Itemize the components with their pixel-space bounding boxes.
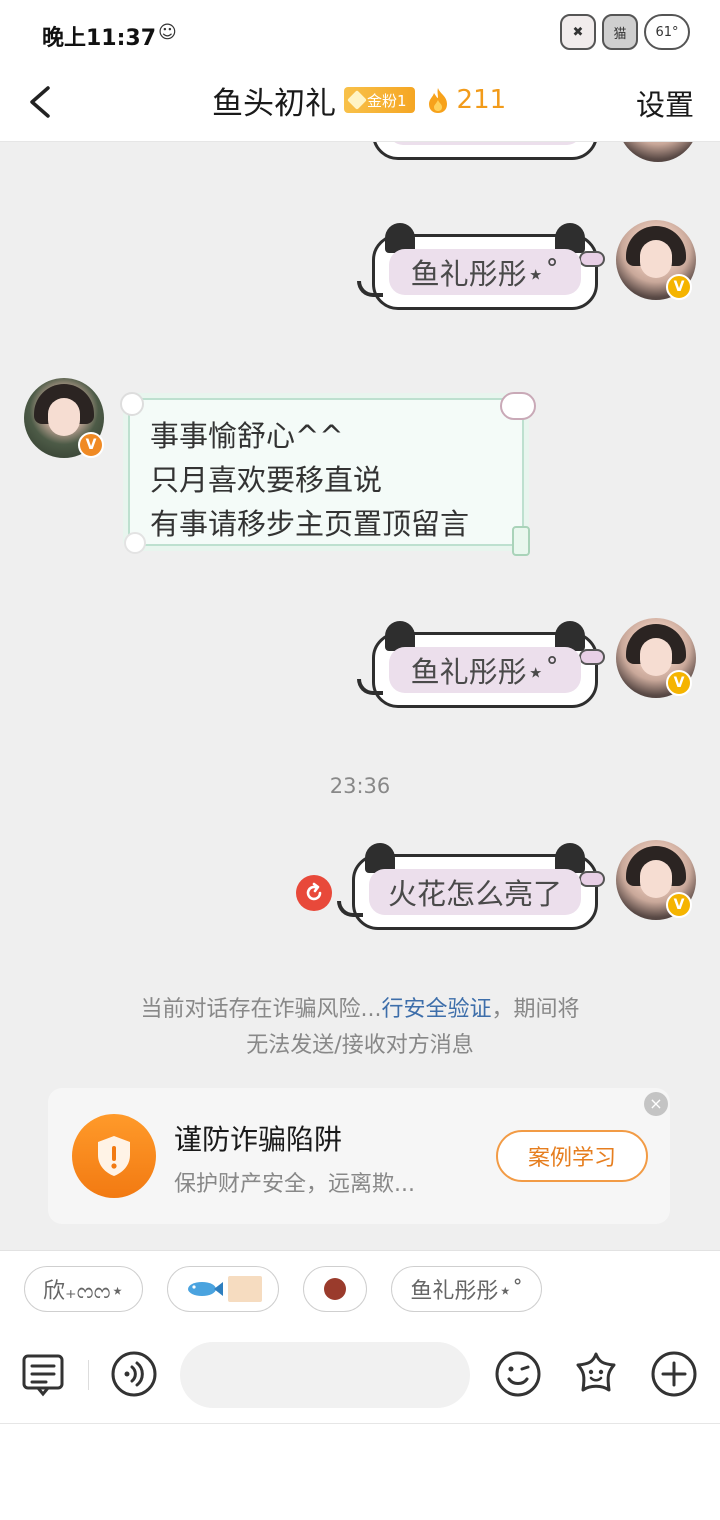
verified-icon: V [78, 432, 104, 458]
status-time: 晚上11:37 [42, 26, 157, 51]
character-sticker-icon [324, 1277, 347, 1300]
flower-deco-icon [124, 532, 146, 554]
close-icon[interactable]: × [644, 1092, 668, 1116]
fire-count: 211 [456, 85, 507, 115]
notice-suffix: ，期间将 [491, 997, 580, 1022]
card-subtitle: 保护财产安全，远离欺... [174, 1172, 415, 1197]
card-sticker-icon [228, 1275, 263, 1302]
case-study-button[interactable]: 案例学习 [496, 1130, 648, 1182]
back-icon[interactable] [22, 82, 62, 122]
message-bubble[interactable]: 鱼礼彤彤⋆˚ [357, 223, 605, 310]
flower-deco-icon [120, 392, 144, 416]
retry-icon[interactable] [296, 875, 332, 911]
message-line: 只月喜欢要移直说 [150, 463, 383, 497]
settings-button[interactable]: 设置 [636, 82, 694, 124]
sticker-gray-cat-icon: 猫 [602, 14, 638, 50]
quick-reply-bar: 欣₊ᦂᦂ⋆ 鱼礼彤彤⋆˚ [0, 1250, 720, 1326]
verified-icon: V [666, 892, 692, 918]
bubble-tail [357, 679, 383, 695]
message-bubble-partial [372, 142, 598, 160]
bubble-bow [579, 649, 605, 665]
chat-header: 鱼头初礼 金粉1 211 设置 [0, 70, 720, 142]
bubble-bow [579, 871, 605, 887]
avatar-face [640, 638, 672, 676]
avatar-face [640, 860, 672, 898]
status-emoji-icon: ☺ [158, 22, 177, 43]
message-line: 有事请移步主页置顶留言 [150, 507, 470, 541]
notice-prefix: 当前对话存在诈骗风险... [140, 997, 382, 1022]
chat-area[interactable]: 鱼礼彤彤⋆˚ V V 事事愉舒心^^ 只月喜欢要移直说 有事请移步主页置顶留言 … [0, 142, 720, 1250]
quick-chip[interactable]: 欣₊ᦂᦂ⋆ [24, 1265, 144, 1312]
cloud-deco-icon [500, 392, 536, 420]
fraud-risk-notice: 当前对话存在诈骗风险...行安全验证，期间将 无法发送/接收对方消息 [0, 992, 720, 1064]
avatar-face [640, 240, 672, 278]
notice-line-2: 无法发送/接收对方消息 [246, 1033, 474, 1058]
status-stickers: ✖ 猫 61° [560, 14, 690, 50]
fan-level-label: 金粉1 [367, 91, 407, 110]
notice-line-1: 当前对话存在诈骗风险...行安全验证，期间将 [0, 992, 720, 1028]
status-bar: 晚上11:37 ☺ ✖ 猫 61° [0, 0, 720, 70]
retry-arrow-icon [306, 882, 322, 901]
plus-icon[interactable] [650, 1350, 698, 1398]
message-text: 鱼礼彤彤⋆˚ [410, 257, 560, 291]
shield-icon [98, 1136, 130, 1176]
message-bubble-failed[interactable]: 火花怎么亮了 [337, 843, 605, 930]
chat-list-icon[interactable] [20, 1350, 68, 1398]
input-toolbar [0, 1326, 720, 1424]
fish-icon [188, 1281, 224, 1296]
bubble-fill [389, 142, 581, 145]
bottle-deco-icon [512, 526, 530, 556]
contact-name: 鱼头初礼 [212, 85, 336, 122]
avatar-self-partial [618, 142, 698, 162]
bubble-tail [357, 281, 383, 297]
message-timestamp: 23:36 [329, 774, 391, 798]
card-title: 谨防诈骗陷阱 [174, 1123, 343, 1156]
message-bubble[interactable]: 鱼礼彤彤⋆˚ [357, 621, 605, 708]
shield-badge [72, 1114, 156, 1198]
bubble-tail [337, 901, 363, 917]
header-center[interactable]: 鱼头初礼 金粉1 211 [212, 80, 507, 122]
security-verify-link[interactable]: 行安全验证 [381, 997, 491, 1022]
emoji-icon[interactable] [494, 1350, 542, 1398]
sticker-icon[interactable] [572, 1350, 620, 1398]
message-line: 事事愉舒心^^ [150, 419, 344, 453]
verified-icon: V [666, 670, 692, 696]
message-input[interactable] [180, 1342, 470, 1408]
voice-icon[interactable] [110, 1350, 158, 1398]
message-text: 鱼礼彤彤⋆˚ [410, 655, 560, 689]
diamond-icon [347, 90, 367, 110]
message-bubble-contact[interactable]: 事事愉舒心^^ 只月喜欢要移直说 有事请移步主页置顶留言 [120, 392, 536, 556]
sticker-weather-icon: 61° [644, 14, 690, 50]
anti-fraud-card[interactable]: 谨防诈骗陷阱 保护财产安全，远离欺... 案例学习 × [48, 1088, 670, 1224]
quick-chip-sticker[interactable] [303, 1265, 368, 1312]
bubble-bow [579, 251, 605, 267]
fan-level-badge: 金粉1 [344, 87, 415, 113]
quick-chip-fish[interactable] [167, 1265, 280, 1312]
avatar-face [48, 398, 80, 436]
message-text: 火花怎么亮了 [387, 877, 562, 911]
quick-chip[interactable]: 鱼礼彤彤⋆˚ [391, 1265, 543, 1312]
verified-icon: V [666, 274, 692, 300]
sticker-cat-icon: ✖ [560, 14, 596, 50]
bottom-safe-area [0, 1424, 720, 1520]
toolbar-divider [88, 1360, 89, 1390]
fire-icon [428, 88, 447, 113]
